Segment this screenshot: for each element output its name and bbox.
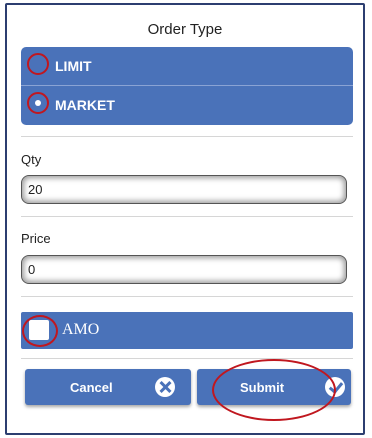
highlight-circle — [22, 315, 58, 347]
radio-button-limit[interactable] — [27, 53, 49, 75]
order-type-dialog: Order Type LIMIT MARKET Qty Price AMO Ca… — [5, 3, 365, 435]
divider — [21, 216, 353, 217]
cancel-button[interactable]: Cancel — [25, 369, 191, 405]
amo-label: AMO — [62, 321, 100, 338]
radio-selected-dot-icon — [35, 100, 41, 106]
radio-option-market[interactable]: MARKET — [21, 85, 353, 124]
submit-button[interactable]: Submit — [197, 369, 351, 405]
radio-button-market[interactable] — [27, 92, 49, 114]
radio-label-limit: LIMIT — [55, 58, 92, 74]
divider — [21, 136, 353, 137]
close-icon — [155, 377, 175, 397]
radio-label-market: MARKET — [55, 97, 115, 113]
submit-button-label: Submit — [240, 380, 285, 395]
price-input[interactable] — [21, 255, 347, 284]
divider — [21, 358, 353, 359]
checkmark-icon — [325, 377, 345, 397]
qty-label: Qty — [21, 152, 42, 167]
qty-input[interactable] — [21, 175, 347, 204]
cancel-button-label: Cancel — [70, 380, 113, 395]
order-type-radio-group: LIMIT MARKET — [21, 47, 353, 125]
amo-toggle-row[interactable]: AMO — [21, 312, 353, 349]
price-label: Price — [21, 231, 51, 246]
divider — [21, 296, 353, 297]
radio-option-limit[interactable]: LIMIT — [21, 47, 353, 85]
dialog-title: Order Type — [147, 21, 223, 38]
